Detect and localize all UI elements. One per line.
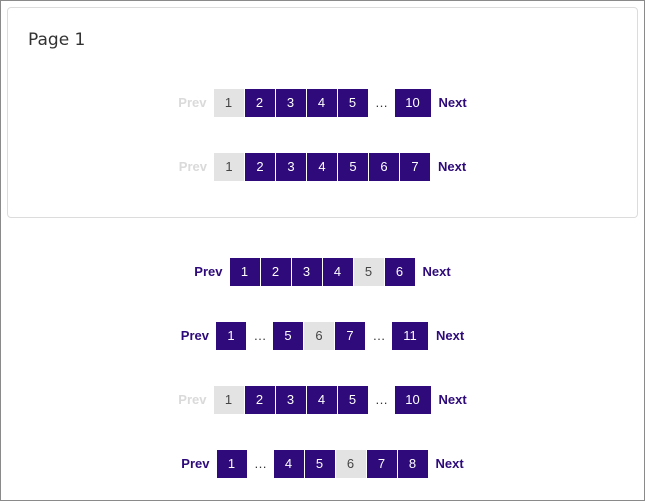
page-button-4[interactable]: 4 <box>273 450 304 478</box>
page-button-11[interactable]: 11 <box>392 322 428 350</box>
next-button[interactable]: Next <box>436 450 464 478</box>
page-button-10[interactable]: 10 <box>394 386 431 414</box>
next-button[interactable]: Next <box>439 89 467 117</box>
page-button-current: 5 <box>353 258 384 286</box>
page-button-1[interactable]: 1 <box>229 258 260 286</box>
page-button-2[interactable]: 2 <box>244 386 275 414</box>
page-button-10[interactable]: 10 <box>394 89 431 117</box>
page-button-4[interactable]: 4 <box>306 386 337 414</box>
pagination-ellipsis: … <box>375 392 388 407</box>
pagination-ellipsis: … <box>375 95 388 110</box>
page-button-5[interactable]: 5 <box>337 386 368 414</box>
page-button-current: 1 <box>213 89 244 117</box>
page-button-2[interactable]: 2 <box>260 258 291 286</box>
next-button[interactable]: Next <box>423 258 451 286</box>
page-button-3[interactable]: 3 <box>276 153 306 181</box>
page-button-1[interactable]: 1 <box>216 450 247 478</box>
pagination-ellipsis: … <box>372 328 386 343</box>
page-button-6[interactable]: 6 <box>369 153 399 181</box>
page-button-5[interactable]: 5 <box>338 153 368 181</box>
page-button-5[interactable]: 5 <box>337 89 368 117</box>
page-button-4[interactable]: 4 <box>322 258 353 286</box>
prev-button: Prev <box>178 159 207 174</box>
prev-button: Prev <box>178 95 207 110</box>
page-button-6[interactable]: 6 <box>384 258 415 286</box>
prev-button: Prev <box>178 392 207 407</box>
page-button-current: 1 <box>214 153 244 181</box>
page-button-7[interactable]: 7 <box>366 450 397 478</box>
prev-button[interactable]: Prev <box>181 322 209 350</box>
page-button-7[interactable]: 7 <box>335 322 365 350</box>
next-button[interactable]: Next <box>438 153 466 181</box>
page-button-3[interactable]: 3 <box>275 89 306 117</box>
pagination-3: Prev 1 2 3 4 5 6 Next <box>1 258 644 286</box>
page-button-4[interactable]: 4 <box>306 89 337 117</box>
prev-button[interactable]: Prev <box>181 450 209 478</box>
page-button-current: 1 <box>213 386 244 414</box>
next-button[interactable]: Next <box>439 386 467 414</box>
page-button-5[interactable]: 5 <box>304 450 335 478</box>
pagination-4: Prev 1 … 5 6 7 … 11 Next <box>1 322 644 350</box>
page-button-current: 6 <box>304 322 334 350</box>
page-button-8[interactable]: 8 <box>397 450 428 478</box>
page-button-2[interactable]: 2 <box>244 89 275 117</box>
page-button-4[interactable]: 4 <box>307 153 337 181</box>
page-button-2[interactable]: 2 <box>245 153 275 181</box>
page-button-3[interactable]: 3 <box>291 258 322 286</box>
page-button-current: 6 <box>335 450 366 478</box>
page-button-3[interactable]: 3 <box>275 386 306 414</box>
page-button-1[interactable]: 1 <box>216 322 246 350</box>
pagination-1: Prev 1 2 3 4 5 … 10 Next <box>1 89 644 117</box>
page-title: Page 1 <box>28 30 86 50</box>
page-button-5[interactable]: 5 <box>273 322 303 350</box>
pagination-ellipsis: … <box>254 456 267 471</box>
pagination-ellipsis: … <box>253 328 267 343</box>
pagination-5: Prev 1 2 3 4 5 … 10 Next <box>1 386 644 414</box>
pagination-6: Prev 1 … 4 5 6 7 8 Next <box>1 450 644 478</box>
pagination-2: Prev 1 2 3 4 5 6 7 Next <box>1 153 644 181</box>
page-button-7[interactable]: 7 <box>400 153 430 181</box>
prev-button[interactable]: Prev <box>194 258 222 286</box>
next-button[interactable]: Next <box>436 322 464 350</box>
